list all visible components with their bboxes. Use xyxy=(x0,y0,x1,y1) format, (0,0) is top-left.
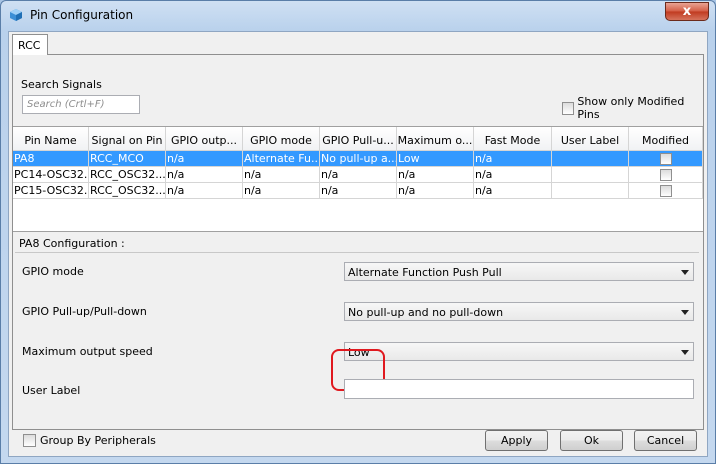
gpio-mode-select[interactable]: Alternate Function Push Pull xyxy=(344,262,694,281)
table-cell: n/a xyxy=(320,167,397,182)
dialog-body: RCC Search Signals Show only Modified Pi… xyxy=(8,31,708,457)
signals-table: Pin Name Signal on Pin GPIO outp... GPIO… xyxy=(13,126,703,232)
gpio-mode-value: Alternate Function Push Pull xyxy=(348,266,502,279)
column-header[interactable]: GPIO Pull-u... xyxy=(320,127,397,150)
column-header[interactable]: GPIO mode xyxy=(243,127,320,150)
gpio-mode-label: GPIO mode xyxy=(22,265,84,278)
pull-label: GPIO Pull-up/Pull-down xyxy=(22,305,147,318)
search-input[interactable] xyxy=(22,95,140,114)
user-label-input[interactable] xyxy=(344,379,694,399)
ok-button[interactable]: Ok xyxy=(560,430,623,451)
pull-select[interactable]: No pull-up and no pull-down xyxy=(344,302,694,321)
column-header[interactable]: Maximum o... xyxy=(397,127,474,150)
dropdown-arrow-icon xyxy=(681,270,689,275)
speed-select[interactable]: Low xyxy=(344,342,694,361)
modified-checkbox[interactable] xyxy=(660,169,672,181)
column-header[interactable]: User Label xyxy=(552,127,629,150)
group-by-label: Group By Peripherals xyxy=(40,434,156,447)
table-cell: PA8 xyxy=(13,151,89,166)
table-cell: Alternate Fu... xyxy=(244,151,320,166)
user-label-label: User Label xyxy=(22,384,81,397)
table-cell: RCC_OSC32... xyxy=(90,183,166,198)
show-modified-checkbox[interactable] xyxy=(562,101,575,115)
pin-config-panel: PA8 Configuration : GPIO mode Alternate … xyxy=(13,233,703,429)
table-row[interactable]: PC15-OSC32... RCC_OSC32... n/a n/a n/a n… xyxy=(13,183,703,199)
table-cell: n/a xyxy=(397,183,474,198)
show-modified-label: Show only Modified Pins xyxy=(577,95,685,121)
apply-button[interactable]: Apply xyxy=(485,430,548,451)
table-cell: RCC_MCO xyxy=(89,151,166,166)
modified-cell xyxy=(629,167,703,182)
pin-configuration-window: Pin Configuration x RCC Search Signals S… xyxy=(0,0,716,464)
search-label: Search Signals xyxy=(21,78,102,91)
table-cell: n/a xyxy=(166,183,243,198)
table-cell: RCC_OSC32... xyxy=(90,167,166,182)
table-row[interactable]: PC14-OSC32... RCC_OSC32... n/a n/a n/a n… xyxy=(13,167,703,183)
show-modified-toggle[interactable]: Show only Modified Pins xyxy=(562,95,703,121)
cancel-button[interactable]: Cancel xyxy=(634,430,697,451)
table-cell: No pull-up a... xyxy=(321,151,397,166)
column-header[interactable]: Modified xyxy=(629,127,703,150)
button-bar: Group By Peripherals Apply Ok Cancel xyxy=(9,430,707,456)
pull-value: No pull-up and no pull-down xyxy=(348,306,504,319)
table-cell: n/a xyxy=(166,151,243,166)
table-cell: PC14-OSC32... xyxy=(14,167,89,182)
modified-checkbox[interactable] xyxy=(660,153,672,165)
table-cell xyxy=(552,151,629,166)
dropdown-arrow-icon xyxy=(681,350,689,355)
modified-cell xyxy=(629,183,703,198)
divider xyxy=(15,252,699,253)
close-icon: x xyxy=(682,4,692,19)
tab-panel: Search Signals Show only Modified Pins P… xyxy=(12,54,704,430)
table-row[interactable]: PA8 RCC_MCO n/a Alternate Fu... No pull-… xyxy=(13,151,703,167)
title-bar[interactable]: Pin Configuration x xyxy=(1,1,715,31)
table-cell: Low xyxy=(397,151,474,166)
dropdown-arrow-icon xyxy=(681,310,689,315)
table-cell xyxy=(552,167,629,182)
tab-rcc[interactable]: RCC xyxy=(12,34,48,55)
window-title: Pin Configuration xyxy=(30,8,134,22)
group-by-peripherals-toggle[interactable]: Group By Peripherals xyxy=(23,434,156,447)
table-cell: n/a xyxy=(243,167,320,182)
column-header[interactable]: Signal on Pin xyxy=(89,127,166,150)
table-header: Pin Name Signal on Pin GPIO outp... GPIO… xyxy=(13,127,703,151)
table-cell xyxy=(552,183,629,198)
config-title: PA8 Configuration : xyxy=(19,237,125,250)
column-header[interactable]: GPIO outp... xyxy=(166,127,243,150)
close-button[interactable]: x xyxy=(665,2,709,21)
column-header[interactable]: Fast Mode xyxy=(474,127,552,150)
column-header[interactable]: Pin Name xyxy=(13,127,89,150)
speed-label: Maximum output speed xyxy=(22,345,153,358)
table-cell: n/a xyxy=(397,167,474,182)
modified-cell xyxy=(629,151,703,166)
table-cell: n/a xyxy=(474,183,552,198)
table-cell: n/a xyxy=(474,167,552,182)
app-cube-icon xyxy=(10,9,22,21)
table-cell: n/a xyxy=(474,151,552,166)
table-cell: n/a xyxy=(320,183,397,198)
table-cell: PC15-OSC32... xyxy=(14,183,89,198)
group-by-checkbox[interactable] xyxy=(23,434,36,447)
table-cell: n/a xyxy=(243,183,320,198)
table-cell: n/a xyxy=(166,167,243,182)
modified-checkbox[interactable] xyxy=(660,185,672,197)
